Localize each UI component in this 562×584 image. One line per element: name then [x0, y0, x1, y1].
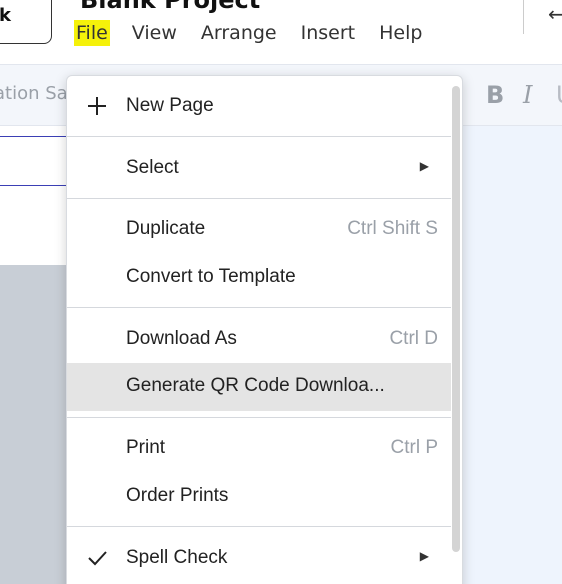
menu-item-spell-check[interactable]: Spell Check ▶ — [67, 535, 451, 581]
menu-arrange[interactable]: Arrange — [201, 20, 277, 46]
chevron-right-icon: ▶ — [419, 549, 429, 563]
menu-item-order-prints[interactable]: Order Prints — [67, 473, 451, 519]
checkmark-icon — [85, 544, 109, 575]
menu-item-select[interactable]: Select ▶ — [67, 145, 451, 191]
left-panel — [0, 126, 76, 584]
menu-item-generate-qr-code[interactable]: Generate QR Code Downloa... — [67, 363, 451, 411]
font-family-field[interactable]: ation Sa — [0, 83, 68, 104]
menu-item-new-page[interactable]: New Page — [67, 83, 451, 129]
menu-item-shortcut: Ctrl Shift S — [347, 218, 438, 239]
chevron-right-icon: ▶ — [419, 159, 429, 173]
menu-item-label: Print — [126, 437, 166, 458]
arrow-left-icon[interactable]: ← — [548, 2, 562, 26]
header-divider — [523, 0, 524, 34]
menu-item-label: Convert to Template — [126, 266, 296, 287]
menu-item-convert-to-template[interactable]: Convert to Template — [67, 254, 451, 300]
app-header: k Blank Project File View Arrange Insert… — [0, 0, 562, 64]
menu-item-print[interactable]: Print Ctrl P — [67, 425, 451, 471]
menu-item-label: Select — [126, 157, 179, 178]
menu-separator — [67, 307, 451, 308]
left-thumbnail[interactable] — [0, 265, 70, 584]
menu-item-shortcut: Ctrl D — [389, 328, 438, 349]
back-button[interactable]: k — [0, 0, 52, 44]
menu-item-label: Spell Check — [126, 547, 228, 568]
project-title[interactable]: Blank Project — [80, 0, 260, 14]
menu-item-label: Download As — [126, 328, 237, 349]
menu-separator — [67, 136, 451, 137]
menu-help[interactable]: Help — [379, 20, 422, 46]
menu-separator — [67, 417, 451, 418]
menu-separator — [67, 198, 451, 199]
bold-button[interactable]: B — [486, 81, 504, 109]
plus-icon — [85, 92, 109, 123]
back-button-label: k — [0, 5, 11, 26]
italic-button[interactable]: I — [523, 81, 532, 109]
menu-item-label: New Page — [126, 95, 214, 116]
menu-bar: File View Arrange Insert Help — [74, 20, 446, 46]
menu-item-download-as[interactable]: Download As Ctrl D — [67, 316, 451, 362]
menu-item-label: Generate QR Code Downloa... — [126, 375, 385, 396]
menu-item-label: Duplicate — [126, 218, 206, 239]
menu-scrollbar[interactable] — [452, 86, 460, 552]
menu-file[interactable]: File — [74, 20, 110, 46]
underline-button[interactable]: U — [556, 81, 562, 109]
canvas-area[interactable] — [462, 126, 562, 584]
menu-separator — [67, 526, 451, 527]
left-input-field[interactable] — [0, 136, 76, 186]
menu-item-label: Order Prints — [126, 485, 229, 506]
menu-item-duplicate[interactable]: Duplicate Ctrl Shift S — [67, 206, 451, 252]
menu-view[interactable]: View — [132, 20, 177, 46]
file-menu-dropdown: New Page Select ▶ Duplicate Ctrl Shift S… — [66, 75, 463, 584]
menu-insert[interactable]: Insert — [301, 20, 356, 46]
menu-item-shortcut: Ctrl P — [390, 437, 439, 458]
